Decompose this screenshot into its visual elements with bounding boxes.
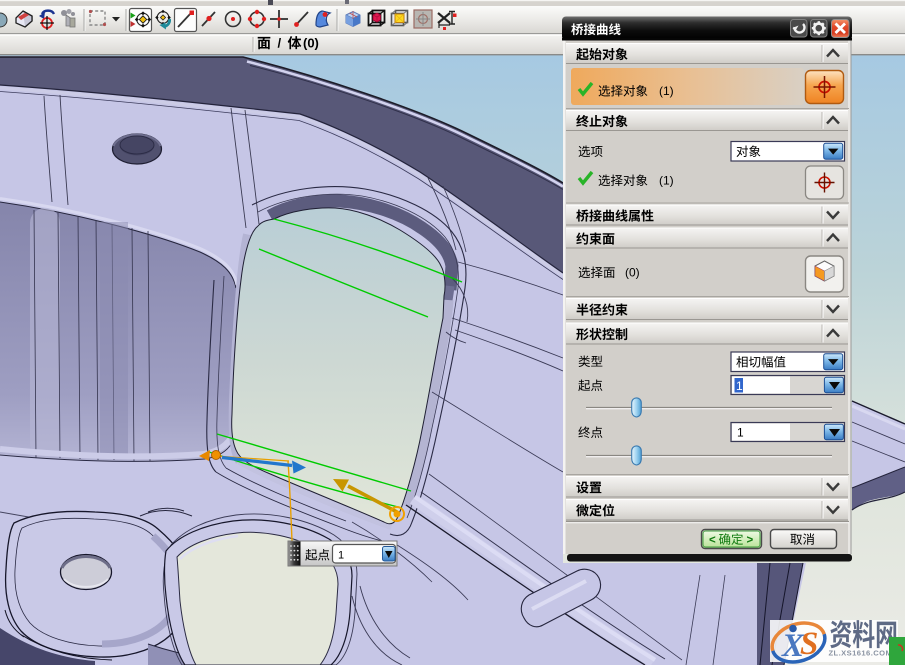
svg-text:1: 1 xyxy=(737,426,744,440)
svg-text:(0): (0) xyxy=(303,36,319,51)
svg-text:(1): (1) xyxy=(659,84,674,98)
svg-text:<: < xyxy=(709,535,716,547)
svg-text:(1): (1) xyxy=(659,174,674,188)
svg-text:/: / xyxy=(278,36,282,51)
svg-text:1: 1 xyxy=(736,379,743,393)
svg-text:S: S xyxy=(800,626,818,662)
svg-text:ZL.XS1616.COM: ZL.XS1616.COM xyxy=(829,649,893,658)
svg-text:>: > xyxy=(747,535,754,547)
svg-text:1: 1 xyxy=(338,550,344,562)
svg-text:(0): (0) xyxy=(625,266,640,280)
